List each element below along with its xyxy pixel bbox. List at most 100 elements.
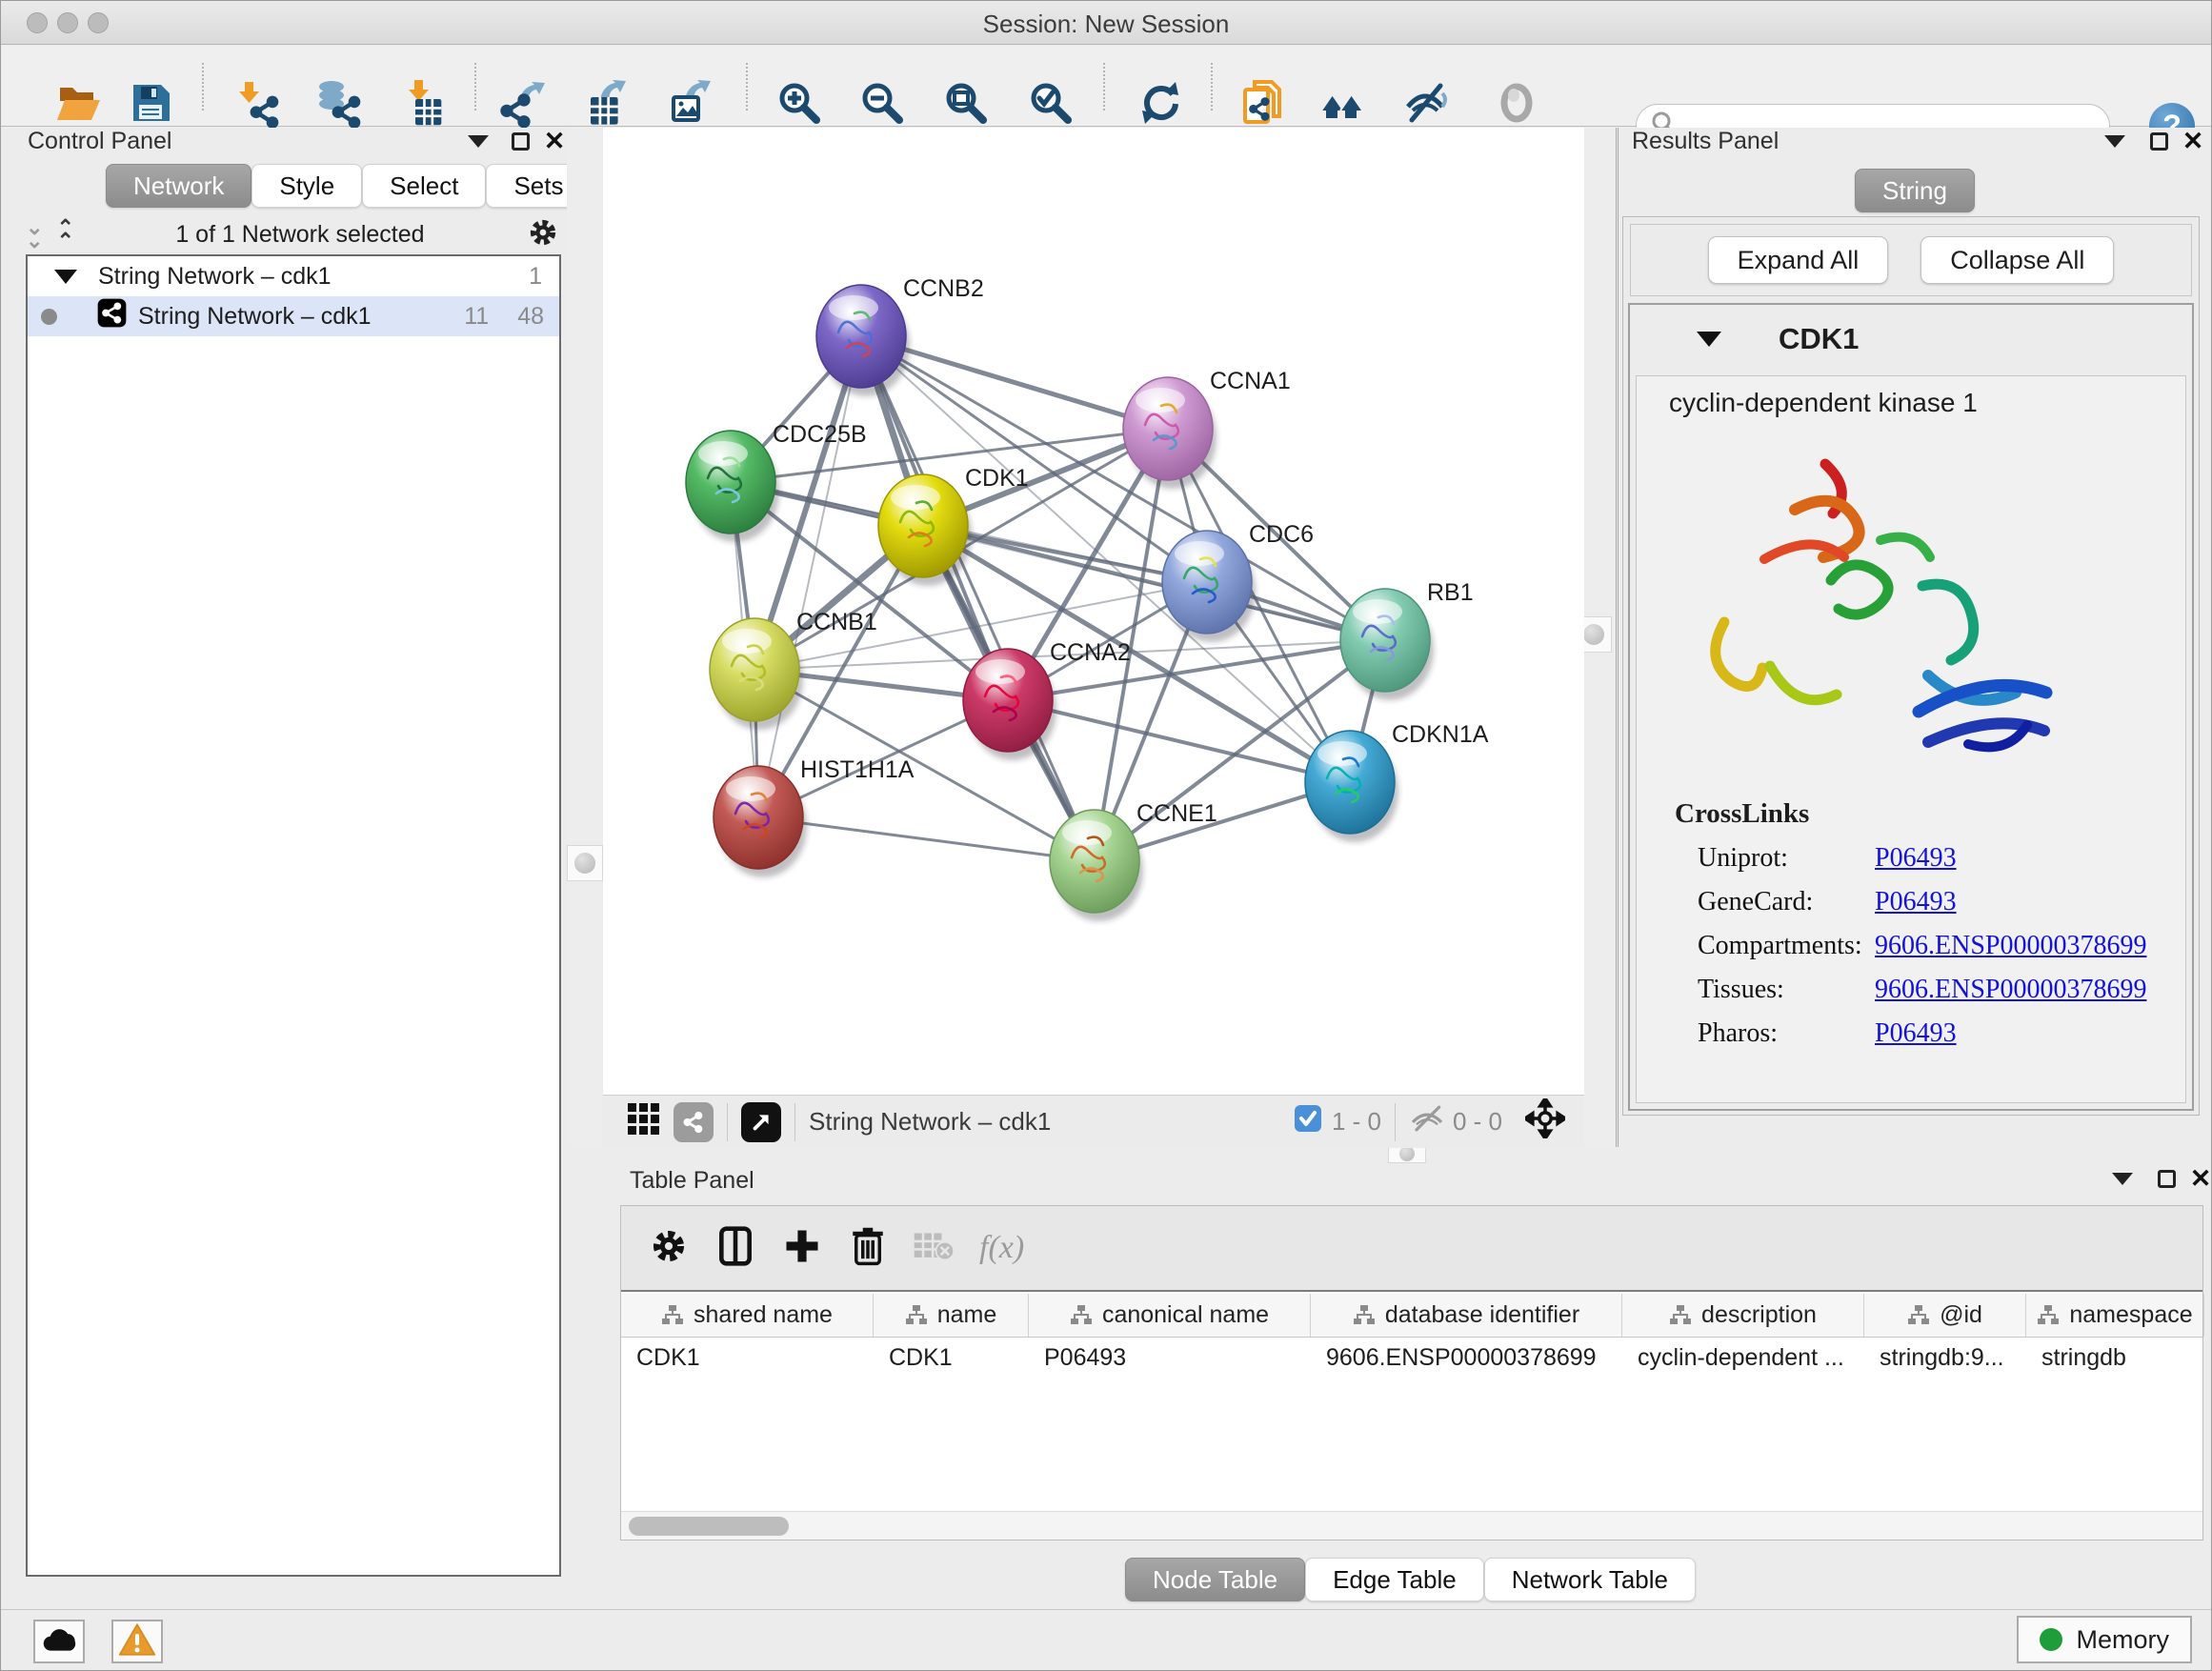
expand-all-button[interactable]: Expand All bbox=[1708, 236, 1889, 284]
left-splitter-handle[interactable] bbox=[567, 845, 603, 881]
network-node[interactable]: CCNA1 bbox=[1123, 368, 1291, 489]
cloud-status-button[interactable] bbox=[33, 1620, 85, 1663]
network-node[interactable]: CCNA2 bbox=[963, 639, 1131, 760]
crosslink-link[interactable]: P06493 bbox=[1875, 843, 1957, 874]
import-table-button[interactable] bbox=[396, 78, 446, 128]
network-node[interactable]: CDC6 bbox=[1162, 521, 1314, 642]
function-builder-icon[interactable]: f(x) bbox=[979, 1230, 1024, 1266]
column-header[interactable]: database identifier bbox=[1311, 1294, 1622, 1337]
network-canvas[interactable]: CCNB2 CCNA1 CDC25B CDK1 CDC6 RB1 bbox=[603, 128, 1584, 1095]
crosslink-link[interactable]: P06493 bbox=[1875, 1018, 1957, 1049]
network-node[interactable]: CCNE1 bbox=[1050, 800, 1217, 921]
expand-all-networks-icon[interactable]: ⌃⌃ bbox=[56, 221, 73, 248]
collapse-all-networks-icon[interactable]: ⌄⌄ bbox=[26, 221, 43, 248]
network-edge[interactable] bbox=[758, 817, 1095, 861]
zoom-in-button[interactable] bbox=[774, 78, 824, 128]
gene-section-header[interactable]: CDK1 bbox=[1630, 305, 2192, 373]
tab-style[interactable]: Style bbox=[251, 164, 362, 208]
column-header[interactable]: shared name bbox=[621, 1294, 874, 1337]
export-table-button[interactable] bbox=[581, 78, 631, 128]
hidden-counts: 0 - 0 bbox=[1453, 1107, 1502, 1137]
crosslink-row: GeneCard: P06493 bbox=[1698, 887, 2185, 917]
collapse-all-button[interactable]: Collapse All bbox=[1920, 236, 2114, 284]
delete-column-trash-icon[interactable] bbox=[848, 1225, 888, 1272]
show-columns-icon[interactable] bbox=[714, 1225, 756, 1272]
hide-selected-button[interactable] bbox=[1402, 78, 1452, 128]
column-header[interactable]: @id bbox=[1864, 1294, 2026, 1337]
zoom-fit-button[interactable] bbox=[941, 78, 991, 128]
table-panel-close-icon[interactable]: ✕ bbox=[2186, 1165, 2212, 1192]
warning-status-button[interactable] bbox=[111, 1620, 163, 1663]
network-node[interactable]: HIST1H1A bbox=[714, 756, 915, 877]
node-label: HIST1H1A bbox=[800, 756, 915, 783]
control-panel-menu-icon[interactable] bbox=[464, 128, 493, 154]
zoom-out-button[interactable] bbox=[857, 78, 907, 128]
memory-button[interactable]: Memory bbox=[2017, 1616, 2192, 1663]
crosslink-link[interactable]: P06493 bbox=[1875, 887, 1957, 917]
tab-network-table[interactable]: Network Table bbox=[1484, 1558, 1696, 1601]
import-network-button[interactable] bbox=[232, 78, 282, 128]
results-panel-menu-icon[interactable] bbox=[2101, 128, 2129, 154]
table-cell[interactable]: 9606.ENSP00000378699 bbox=[1311, 1338, 1622, 1378]
open-in-viewer-icon[interactable] bbox=[741, 1102, 781, 1142]
tab-select[interactable]: Select bbox=[362, 164, 486, 208]
export-network-button[interactable] bbox=[500, 78, 550, 128]
crosslink-link[interactable]: 9606.ENSP00000378699 bbox=[1875, 975, 2146, 1005]
first-neighbors-button[interactable] bbox=[1317, 78, 1367, 128]
network-node[interactable]: CCNB2 bbox=[816, 275, 984, 396]
column-header[interactable]: canonical name bbox=[1029, 1294, 1311, 1337]
refresh-layout-button[interactable] bbox=[1136, 78, 1185, 128]
column-header[interactable]: description bbox=[1622, 1294, 1864, 1337]
left-splitter[interactable] bbox=[567, 128, 601, 1147]
control-panel-close-icon[interactable]: ✕ bbox=[540, 128, 569, 154]
results-panel-float-icon[interactable] bbox=[2144, 128, 2173, 154]
pan-move-icon[interactable] bbox=[1525, 1098, 1565, 1145]
network-node[interactable]: CDKN1A bbox=[1305, 721, 1489, 842]
table-cell[interactable]: cyclin-dependent ... bbox=[1622, 1338, 1864, 1378]
control-panel-float-icon[interactable] bbox=[506, 128, 534, 154]
collection-expand-icon[interactable] bbox=[54, 270, 77, 284]
column-header[interactable]: name bbox=[874, 1294, 1029, 1337]
network-node[interactable]: CDK1 bbox=[878, 465, 1029, 586]
table-horizontal-scrollbar[interactable] bbox=[621, 1511, 2202, 1540]
network-node[interactable]: CDC25B bbox=[686, 421, 867, 542]
tab-edge-table[interactable]: Edge Table bbox=[1305, 1558, 1484, 1601]
table-cell[interactable]: stringdb bbox=[2026, 1338, 2204, 1378]
gene-collapse-icon[interactable] bbox=[1697, 332, 1721, 347]
table-panel-float-icon[interactable] bbox=[2152, 1165, 2181, 1192]
table-panel-menu-icon[interactable] bbox=[2108, 1165, 2137, 1192]
crosslink-link[interactable]: 9606.ENSP00000378699 bbox=[1875, 931, 2146, 961]
tab-node-table[interactable]: Node Table bbox=[1125, 1558, 1305, 1601]
gene-description: cyclin-dependent kinase 1 bbox=[1669, 388, 2185, 418]
network-share-icon[interactable] bbox=[674, 1102, 714, 1142]
network-collection-row[interactable]: String Network – cdk1 1 bbox=[28, 256, 559, 296]
network-node[interactable]: RB1 bbox=[1340, 579, 1474, 700]
show-all-button[interactable] bbox=[1492, 78, 1541, 128]
network-row[interactable]: String Network – cdk1 11 48 bbox=[28, 296, 559, 336]
results-panel-close-icon[interactable]: ✕ bbox=[2179, 128, 2207, 154]
tab-string[interactable]: String bbox=[1855, 169, 1975, 212]
table-cell[interactable]: stringdb:9... bbox=[1864, 1338, 2026, 1378]
table-scrollbar-thumb[interactable] bbox=[629, 1517, 789, 1536]
zoom-selected-button[interactable] bbox=[1026, 78, 1076, 128]
delete-table-icon[interactable] bbox=[913, 1229, 955, 1268]
add-column-icon[interactable] bbox=[781, 1225, 823, 1272]
network-node[interactable]: CCNB1 bbox=[710, 609, 877, 730]
table-cell[interactable]: P06493 bbox=[1029, 1338, 1311, 1378]
tab-network[interactable]: Network bbox=[106, 164, 251, 208]
table-settings-gear-icon[interactable] bbox=[648, 1225, 690, 1272]
import-database-button[interactable] bbox=[314, 78, 364, 128]
open-session-button[interactable] bbox=[54, 78, 104, 128]
grid-view-icon[interactable] bbox=[626, 1101, 660, 1142]
export-image-button[interactable] bbox=[666, 78, 715, 128]
selected-checkbox-icon[interactable] bbox=[1294, 1104, 1322, 1139]
network-edge[interactable] bbox=[758, 336, 861, 817]
save-session-button[interactable] bbox=[126, 78, 175, 128]
duplicate-network-button[interactable] bbox=[1239, 78, 1289, 128]
hidden-eye-icon[interactable] bbox=[1409, 1104, 1445, 1139]
network-options-gear-icon[interactable] bbox=[526, 215, 560, 254]
table-cell[interactable]: CDK1 bbox=[621, 1338, 874, 1378]
column-header[interactable]: namespace bbox=[2026, 1294, 2204, 1337]
table-cell[interactable]: CDK1 bbox=[874, 1338, 1029, 1378]
first-neighbors-icon bbox=[1317, 78, 1367, 128]
